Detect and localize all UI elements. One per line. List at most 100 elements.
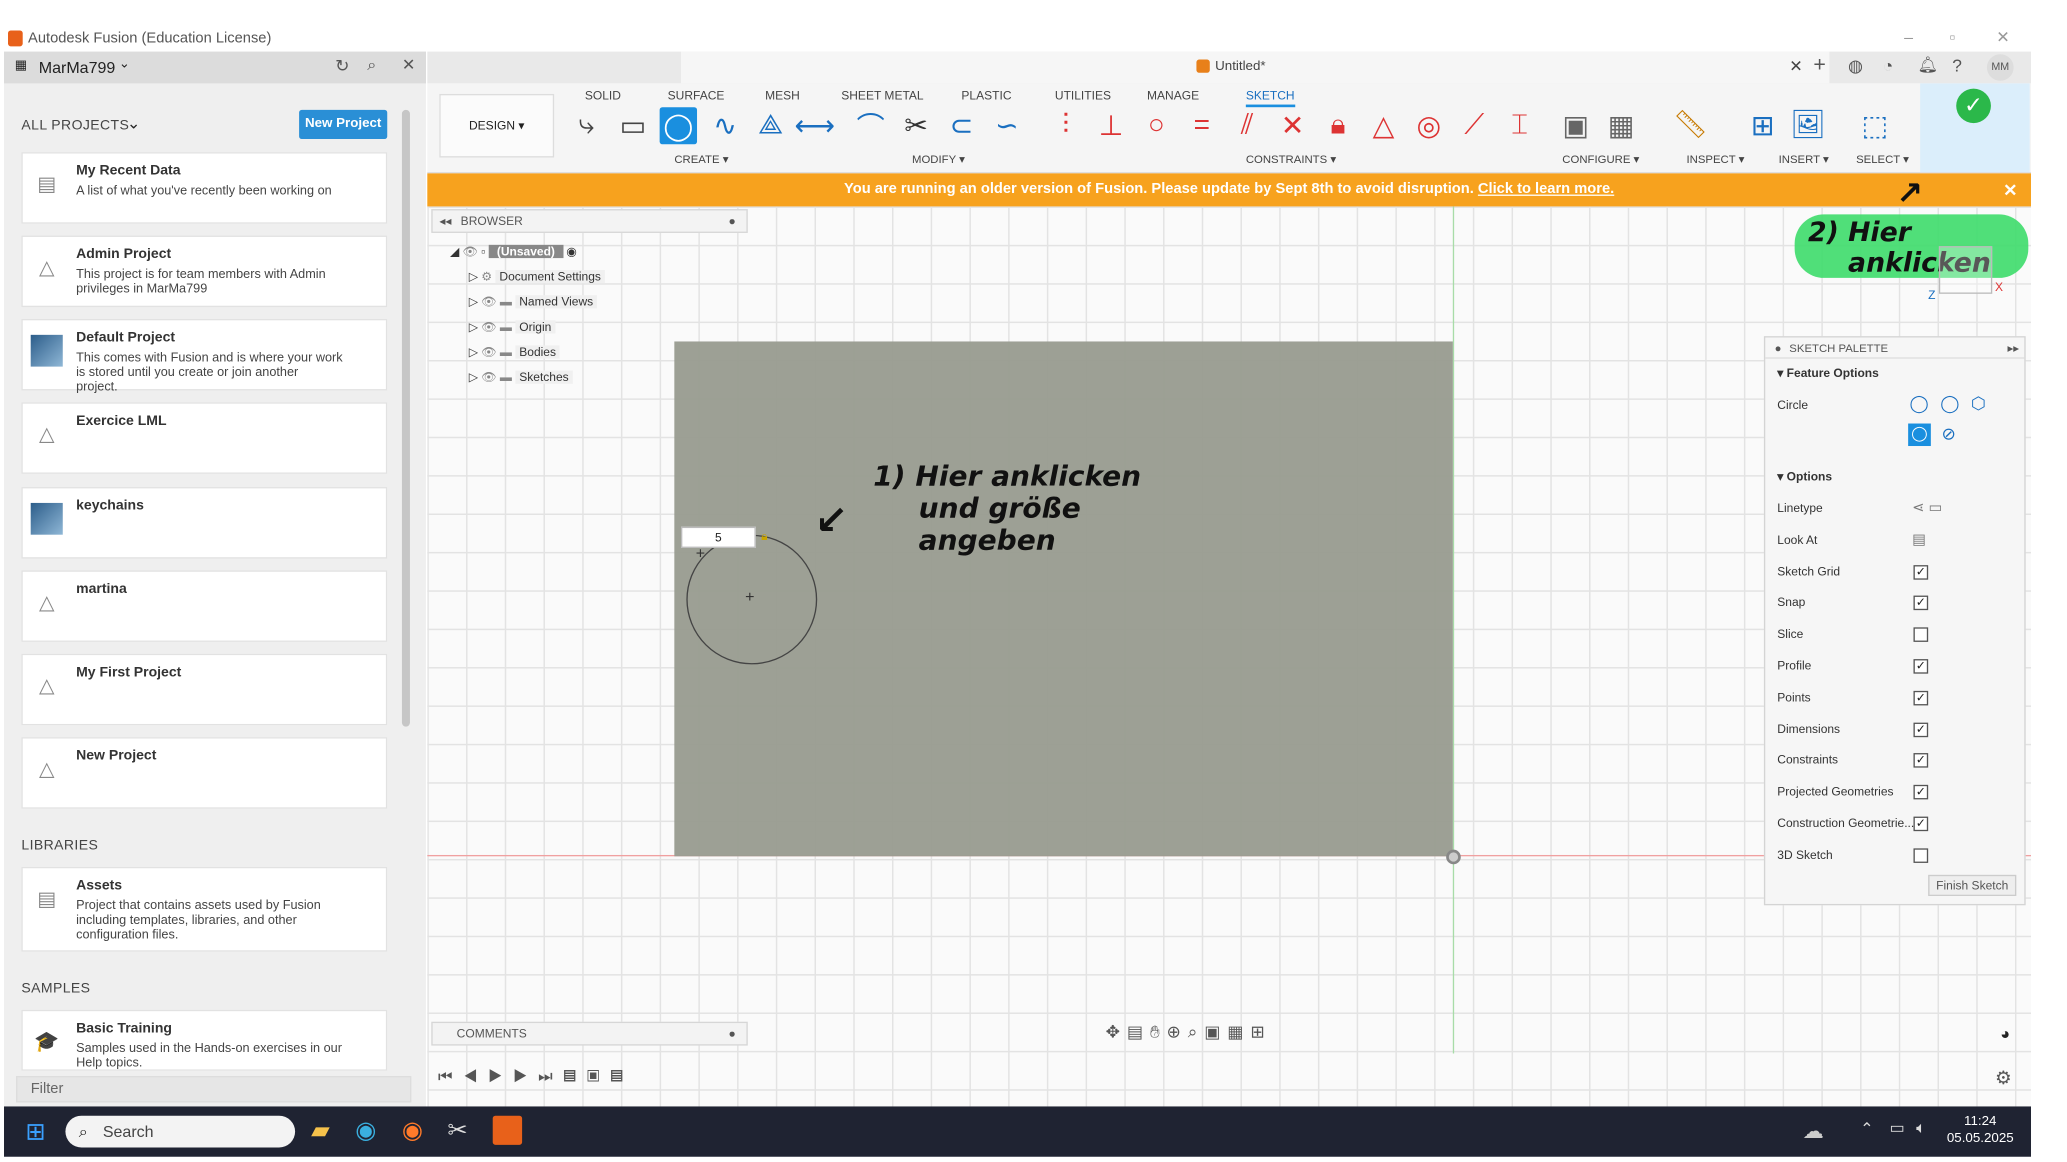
browser-node[interactable]: ▷ 👁︎ ▬ Origin [469,316,556,337]
collapse-browser-icon[interactable]: ◂◂ [439,210,451,231]
comments-panel[interactable]: COMMENTS ● [431,1021,748,1046]
palette-option-checkbox[interactable] [1913,848,1929,863]
weather-icon[interactable]: ☁ [1803,1118,1824,1144]
offset-icon[interactable]: ⊂ [943,107,980,144]
pin-icon[interactable]: ● [728,1023,735,1044]
tangent-circle-icon[interactable]: ◯ [1908,423,1931,447]
ribbon-group-menu[interactable]: CREATE ▾ [674,152,728,167]
tangent-three-circle-icon[interactable]: ⊘ [1942,424,1957,445]
project-card[interactable]: ▤ My Recent Data A list of what you've rec… [21,152,388,224]
browser-node[interactable]: ▷ 👁︎ ▬ Named Views [469,291,598,312]
look-at-icon[interactable]: ▤ [1912,530,1926,548]
rectangle-icon[interactable]: ▭ [614,107,651,144]
close-tab-icon[interactable]: ✕ [1789,57,1802,76]
snipping-tool-icon[interactable]: ✂ [447,1117,467,1145]
chevron-down-icon[interactable]: ⌄ [127,114,140,133]
new-tab-icon[interactable]: + [1813,54,1825,78]
trim-icon[interactable]: ✂ [897,107,934,144]
ribbon-group-menu[interactable]: INSERT ▾ [1779,152,1829,167]
measure-icon[interactable]: 📏︎ [1672,107,1709,144]
search-icon[interactable]: ⌕ [367,56,376,76]
edge-icon[interactable]: ◉ [355,1117,376,1145]
dimension-icon[interactable]: ⟷ [794,107,834,144]
close-panel-icon[interactable]: ✕ [402,56,415,75]
display-settings-icon[interactable]: ▣ [1204,1022,1227,1042]
palette-option-checkbox[interactable]: ✓ [1913,722,1929,737]
settings-gear-icon[interactable]: ⚙ [1995,1067,2012,1089]
triangle-icon[interactable]: △ [1365,107,1402,144]
all-projects-label[interactable]: ALL PROJECTS [21,118,129,134]
ribbon-group-menu[interactable]: SELECT ▾ [1856,152,1909,167]
coincident-icon[interactable]: ✕ [1274,107,1311,144]
avatar[interactable]: MM [1986,54,2014,81]
concentric-icon[interactable]: ◎ [1410,107,1447,144]
timeline-feature-icon[interactable]: ▤ [610,1067,634,1086]
palette-option-checkbox[interactable] [1913,627,1929,643]
browser-node[interactable]: ▷ 👁︎ ▬ Bodies [469,341,561,362]
origin-point[interactable] [1446,849,1461,865]
close-banner-icon[interactable]: ✕ [2003,173,2018,206]
finish-sketch-button[interactable]: ✓ [1920,83,2030,173]
expand-arrow-icon[interactable]: ▷ [469,320,482,333]
two-point-circle-icon[interactable]: ◯ [1940,393,1959,414]
grid-settings-icon[interactable]: ▦ [1227,1022,1250,1042]
parallel-icon[interactable]: ⫽ [1228,107,1265,144]
project-card[interactable]: Default Project This comes with Fusion an… [21,318,388,394]
browser-node[interactable]: ▷ 👁︎ ▬ Sketches [469,367,573,388]
center-diameter-circle-icon[interactable]: ◯ [1909,393,1928,414]
network-icon[interactable]: ▭ [1889,1118,1904,1137]
ribbon-tab[interactable]: SHEET METAL [841,89,923,102]
project-card[interactable]: △ Admin Project This project is for team m… [21,235,388,308]
project-card[interactable]: △ Exercice LML [21,402,388,474]
palette-option-checkbox[interactable]: ✓ [1913,564,1929,580]
taskbar-search[interactable]: ⌕ Search [65,1115,296,1148]
maximize-icon[interactable]: ▫ [1950,28,1956,47]
midpoint-icon[interactable]: ⟋ [1455,107,1492,144]
perpendicular-icon[interactable]: ⊥ [1092,107,1129,144]
minimize-icon[interactable]: – [1904,28,1913,47]
table-icon[interactable]: ▦ [1602,107,1639,144]
palette-option-checkbox[interactable]: ✓ [1913,659,1929,674]
viewports-icon[interactable]: ⊞ [1250,1022,1271,1042]
palette-option-checkbox[interactable]: ✓ [1913,816,1929,832]
library-card-assets[interactable]: ▤ Assets Project that contains assets us… [21,866,388,952]
ribbon-tab[interactable]: SURFACE [668,89,725,102]
ribbon-group-menu[interactable]: CONFIGURE ▾ [1562,152,1639,167]
zoom-icon[interactable]: ⊕ [1167,1022,1188,1042]
ribbon-group-menu[interactable]: MODIFY ▾ [912,152,965,167]
ribbon-tab[interactable]: MESH [765,89,800,102]
curve-icon[interactable]: ∽ [988,107,1025,144]
ribbon-group-menu[interactable]: INSPECT ▾ [1686,152,1744,167]
fit-icon[interactable]: ⌕ [1188,1022,1204,1042]
ribbon-group-menu[interactable]: CONSTRAINTS ▾ [1246,152,1336,167]
play-icon[interactable]: ▶ [488,1067,513,1086]
learn-more-link[interactable]: Click to learn more. [1478,181,1614,197]
expand-arrow-icon[interactable]: ▷ [469,371,482,384]
pan-icon[interactable]: ✋︎ [1150,1022,1167,1042]
tangent-icon[interactable]: ○ [1138,107,1175,144]
timeline-feature-icon[interactable]: ▤ [563,1067,587,1086]
previous-icon[interactable]: ◀ [463,1067,488,1086]
select-icon[interactable]: ⬚ [1856,107,1893,144]
expand-arrow-icon[interactable]: ▷ [469,270,482,283]
project-card[interactable]: △ martina [21,570,388,642]
orbit-icon[interactable]: ✥ [1106,1022,1127,1042]
fusion-taskbar-icon[interactable] [492,1115,523,1145]
viewport-canvas[interactable]: + + 5 🔒︎ 1) Hier anklicken und größe ang… [427,175,2031,1107]
look-at-icon[interactable]: ▤ [1127,1022,1150,1042]
finish-sketch-palette-button[interactable]: Finish Sketch [1928,874,2017,897]
workspace-switcher[interactable]: DESIGN ▾ [439,93,555,158]
mirror-icon[interactable]: ⟁ [752,107,789,144]
browser-header[interactable]: ◂◂ BROWSER ● [431,209,748,233]
close-window-icon[interactable]: ✕ [1996,28,2009,47]
scrollbar[interactable] [401,109,410,727]
help-icon[interactable]: ? [1952,56,1962,76]
viewcube[interactable] [1938,246,1993,294]
ribbon-tab[interactable]: UTILITIES [1055,89,1111,102]
windows-start-icon[interactable]: ⊞ [25,1118,45,1146]
spline-icon[interactable]: ∿ [706,107,743,144]
view-control-icon[interactable]: ◕ [2000,1024,2010,1043]
project-card[interactable]: △ My First Project [21,653,388,726]
firefox-icon[interactable]: ◉ [402,1117,423,1145]
next-icon[interactable]: ▶ [513,1067,538,1086]
